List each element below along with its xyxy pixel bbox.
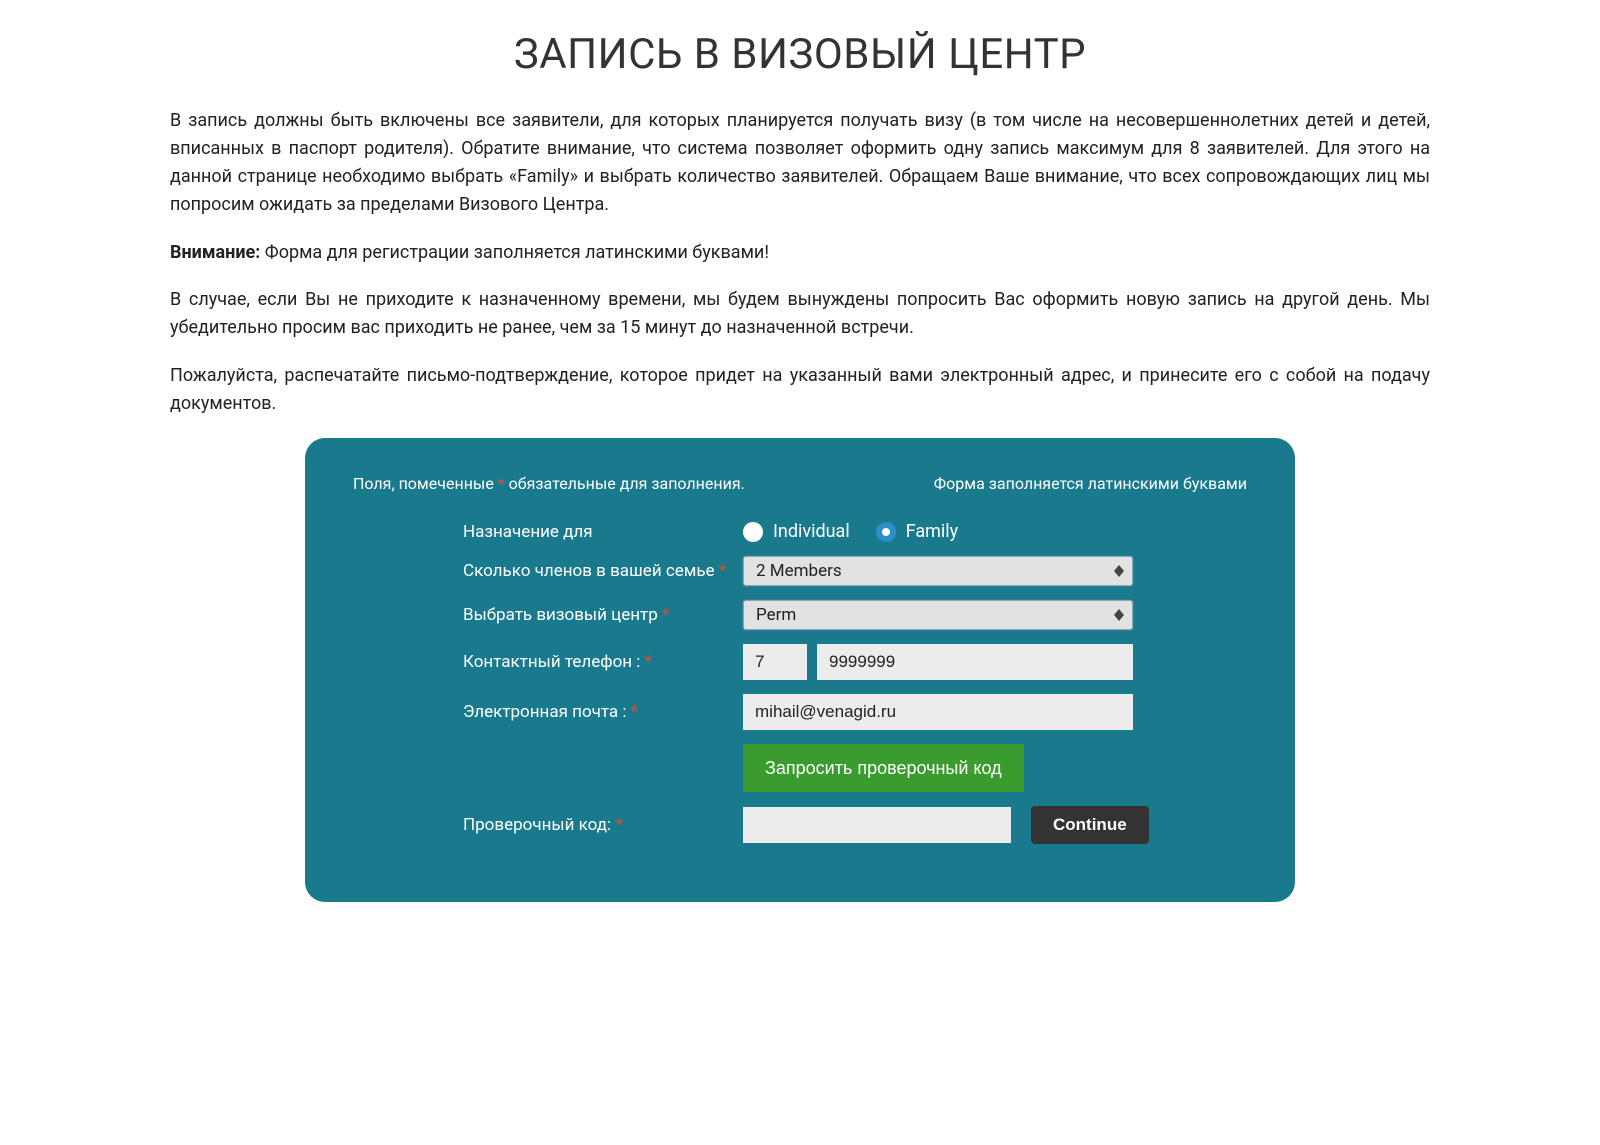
request-code-button[interactable]: Запросить проверочный код [743,744,1024,792]
page-title: ЗАПИСЬ В ВИЗОВЫЙ ЦЕНТР [170,30,1430,79]
asterisk-icon: * [719,561,726,581]
continue-button[interactable]: Continue [1031,806,1149,844]
latin-note: Форма заполняется латинскими буквами [934,474,1247,493]
members-select[interactable]: 2 Members [743,556,1133,586]
verification-code-input[interactable] [743,807,1011,843]
label-center: Выбрать визовый центр * [463,605,743,625]
asterisk-icon: * [615,815,622,835]
row-request-code: Запросить проверочный код [353,744,1247,792]
attention-label: Внимание: [170,242,260,263]
row-appointment-for: Назначение для Individual Family [353,521,1247,542]
members-select-value: 2 Members [756,561,842,581]
asterisk-icon: * [498,474,505,493]
radio-individual-label: Individual [773,521,850,542]
label-center-text: Выбрать визовый центр [463,605,662,625]
required-note-post: обязательные для заполнения. [505,474,745,493]
select-arrows-icon [1114,565,1124,577]
asterisk-icon: * [631,702,638,722]
intro-paragraph-4: Пожалуйста, распечатайте письмо-подтверж… [170,362,1430,418]
phone-number-input[interactable] [817,644,1133,680]
label-members-text: Сколько членов в вашей семье [463,561,719,581]
attention-text: Форма для регистрации заполняется латинс… [260,242,769,263]
radio-individual[interactable]: Individual [743,521,850,542]
label-email: Электронная почта : * [463,702,743,722]
row-email: Электронная почта : * [353,694,1247,730]
required-note-pre: Поля, помеченные [353,474,498,493]
center-select[interactable]: Perm [743,600,1133,630]
asterisk-icon: * [645,652,652,672]
radio-family-label: Family [906,521,959,542]
row-code: Проверочный код: * Continue [353,806,1247,844]
label-phone-text: Контактный телефон : [463,652,645,672]
center-select-value: Perm [756,605,796,625]
row-members: Сколько членов в вашей семье * 2 Members [353,556,1247,586]
select-arrows-icon [1114,609,1124,621]
attention-paragraph: Внимание: Форма для регистрации заполняе… [170,239,1430,267]
label-appointment-for: Назначение для [463,522,743,542]
asterisk-icon: * [662,605,669,625]
label-email-text: Электронная почта : [463,702,631,722]
form-top-notes: Поля, помеченные * обязательные для запо… [353,474,1247,493]
appointment-form-panel: Поля, помеченные * обязательные для запо… [305,438,1295,902]
radio-family[interactable]: Family [876,521,959,542]
required-fields-note: Поля, помеченные * обязательные для запо… [353,474,745,493]
row-center: Выбрать визовый центр * Perm [353,600,1247,630]
label-code-text: Проверочный код: [463,815,615,835]
row-phone: Контактный телефон : * [353,644,1247,680]
intro-paragraph-1: В запись должны быть включены все заявит… [170,107,1430,219]
phone-country-code-input[interactable] [743,644,807,680]
radio-unselected-icon [743,522,763,542]
label-phone: Контактный телефон : * [463,652,743,672]
radio-selected-icon [876,522,896,542]
intro-paragraph-3: В случае, если Вы не приходите к назначе… [170,286,1430,342]
label-code: Проверочный код: * [463,815,743,835]
email-input[interactable] [743,694,1133,730]
label-members: Сколько членов в вашей семье * [463,561,743,581]
